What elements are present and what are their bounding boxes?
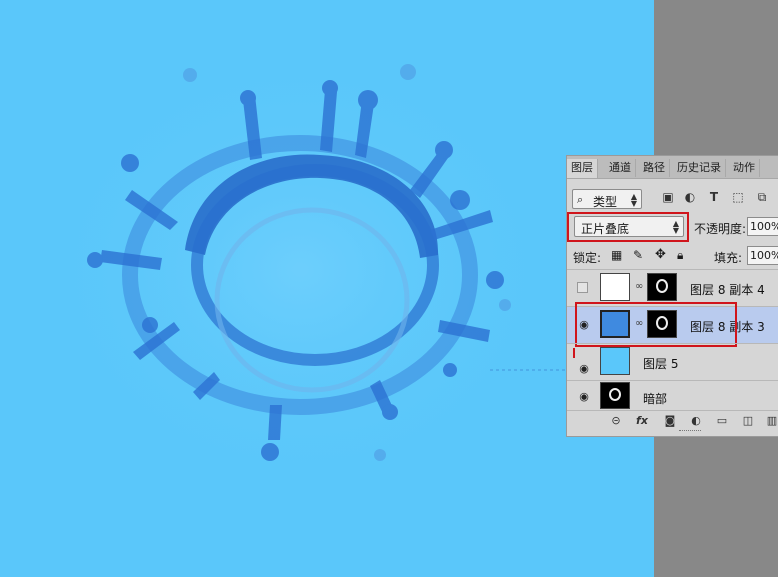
layer-name[interactable]: 图层 5	[643, 355, 678, 372]
move-icon[interactable]: ✥	[655, 247, 666, 262]
adjustment-icon[interactable]: ◐	[689, 415, 703, 427]
trash-icon[interactable]: ▥	[765, 415, 778, 427]
panel-tab-bar: 图层 通道 路径 历史记录 动作	[567, 156, 778, 179]
search-icon: ⌕	[577, 193, 584, 206]
layer-name[interactable]: 图层 8 副本 4	[690, 281, 765, 298]
water-splash-artwork	[30, 40, 600, 500]
tab-channels[interactable]: 通道	[605, 159, 636, 177]
tab-layers[interactable]: 图层	[567, 159, 598, 178]
image-icon[interactable]: ▣	[661, 190, 675, 204]
visibility-toggle-off[interactable]	[577, 282, 588, 293]
eye-icon[interactable]: ◉	[577, 362, 591, 376]
document-canvas[interactable]	[0, 0, 654, 577]
fx-icon[interactable]: fx	[635, 415, 649, 427]
layer-row[interactable]: ∞ 图层 8 副本 4	[567, 269, 778, 306]
fill-label: 填充:	[714, 251, 743, 265]
eye-icon[interactable]: ◉	[577, 390, 591, 404]
shape-icon[interactable]: ⬚	[731, 190, 745, 204]
layer-row[interactable]: ◉ 图层 5	[567, 343, 778, 380]
layer-thumbnail	[600, 347, 630, 375]
lock-label: 锁定:	[573, 251, 602, 265]
resize-grip[interactable]	[679, 430, 701, 433]
filter-label: 类型	[593, 195, 618, 209]
folder-icon[interactable]: ▭	[715, 415, 729, 427]
tab-history[interactable]: 历史记录	[673, 159, 726, 177]
half-circle-icon[interactable]: ◐	[683, 190, 697, 204]
link-icon: ∞	[635, 281, 644, 292]
layer-thumbnail	[600, 273, 630, 301]
checkerboard-icon[interactable]: ▦	[611, 248, 622, 262]
clipping-indicator	[573, 348, 575, 358]
layer-row[interactable]: ◉ 暗部	[567, 380, 778, 410]
layers-panel: 图层 通道 路径 历史记录 动作 ⌕ 类型 ▲ ▼ ▣ ◐ T ⬚ ⧉ 正片叠底 …	[566, 155, 778, 437]
layer-thumbnail	[600, 382, 630, 409]
tab-actions[interactable]: 动作	[729, 159, 760, 177]
lock-icon[interactable]: 🔒︎	[677, 248, 683, 263]
link-icon[interactable]: ⊝	[609, 415, 623, 427]
new-layer-icon[interactable]: ◫	[741, 415, 755, 427]
text-icon[interactable]: T	[707, 190, 721, 204]
layer-mask-thumbnail[interactable]	[647, 273, 677, 301]
select-arrows-icon: ▲ ▼	[630, 192, 637, 208]
opacity-label: 不透明度:	[694, 222, 747, 236]
opacity-input[interactable]: 100%	[747, 217, 778, 236]
layer-highlight	[575, 302, 737, 347]
blend-mode-highlight	[567, 212, 689, 242]
layer-name[interactable]: 暗部	[643, 390, 667, 407]
tab-paths[interactable]: 路径	[639, 159, 670, 177]
mask-icon[interactable]: ◙	[663, 415, 677, 427]
brush-icon[interactable]: ✎	[633, 248, 643, 262]
fill-input[interactable]: 100%	[747, 246, 778, 265]
layer-filter-select[interactable]: ⌕ 类型 ▲ ▼	[572, 189, 642, 209]
smart-object-icon[interactable]: ⧉	[755, 190, 769, 204]
